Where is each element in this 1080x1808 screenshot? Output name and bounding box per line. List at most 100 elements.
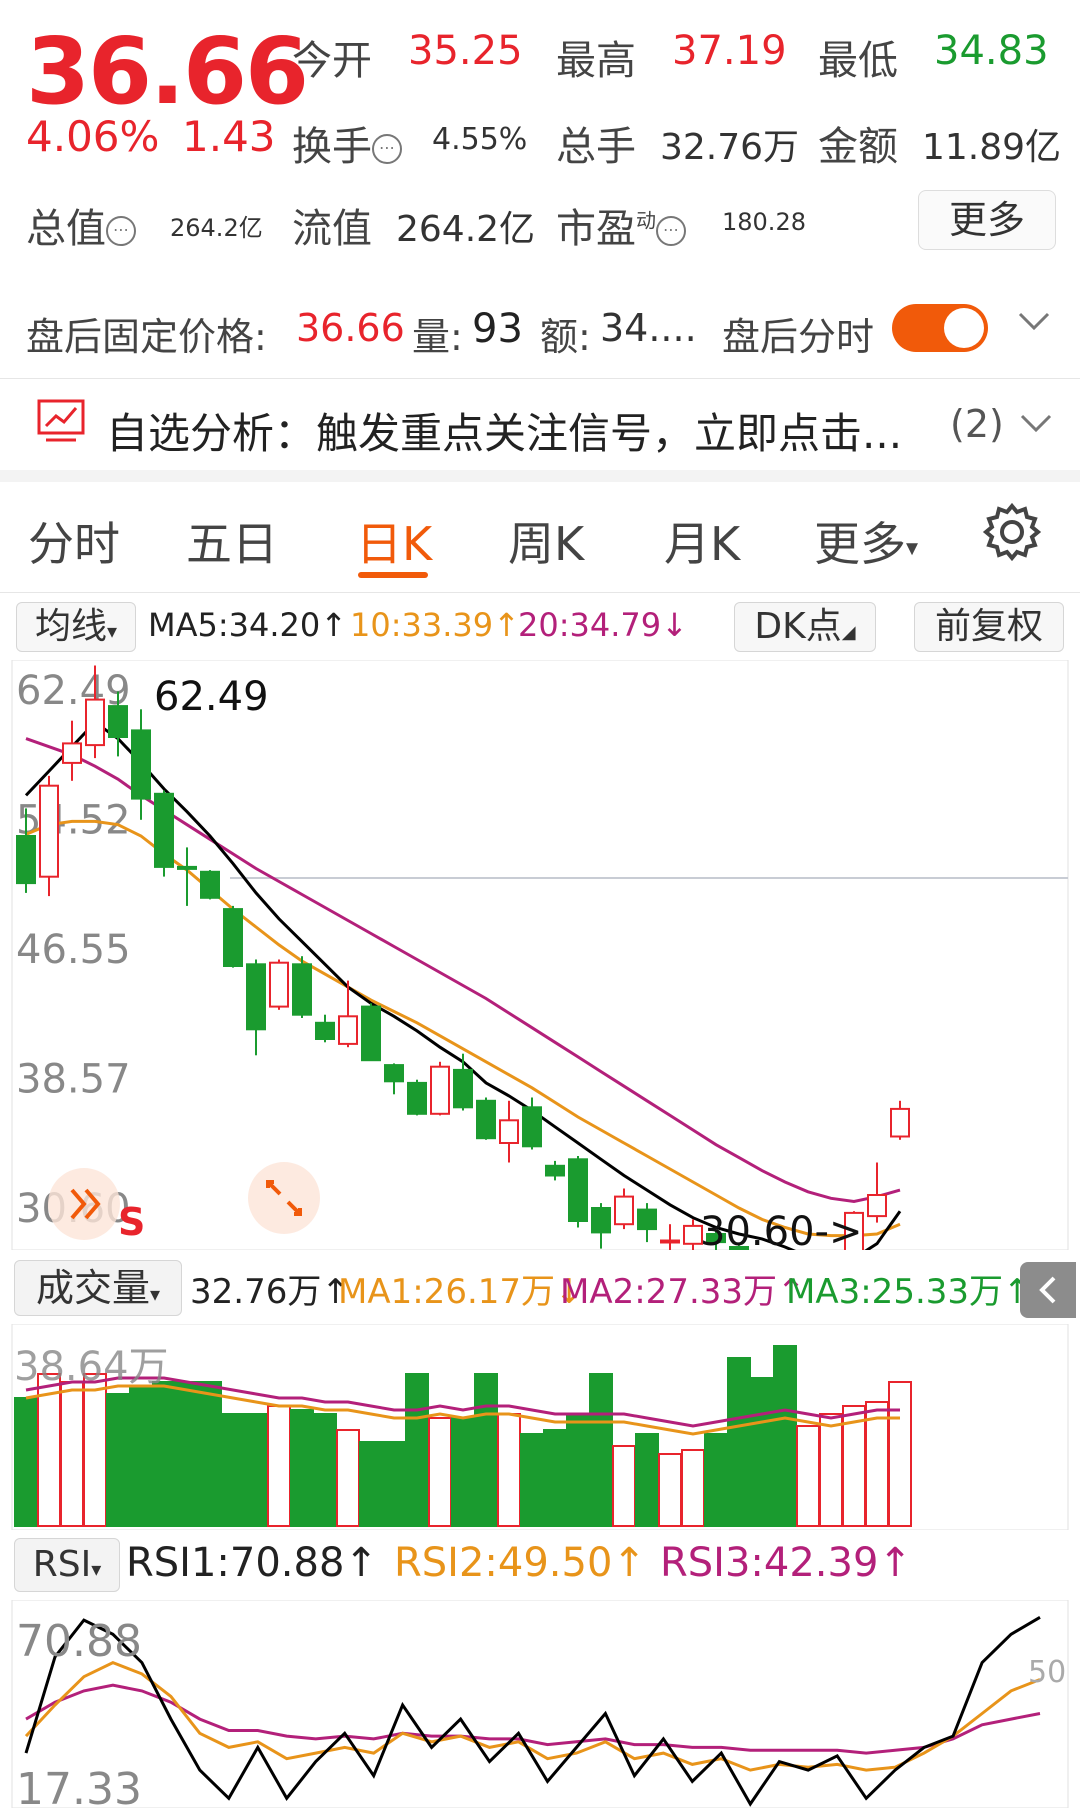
amount-label: 金额 — [818, 124, 898, 170]
volume-bar — [313, 1413, 337, 1527]
corner-arrow-icon: ◢ — [841, 622, 856, 643]
tab-timeshare[interactable]: 分时 — [28, 508, 120, 574]
open-value: 35.25 — [408, 28, 523, 74]
tab-more[interactable]: 更多▾ — [814, 508, 918, 574]
candle — [890, 1100, 910, 1140]
volume-value: 32.76万 — [660, 127, 800, 168]
pe-type: 动 — [636, 208, 656, 233]
candle — [269, 959, 289, 1010]
candle — [223, 905, 243, 968]
turnover-label[interactable]: 换手 ⋯ — [292, 114, 402, 172]
tab-weekly-k[interactable]: 周K — [508, 508, 584, 574]
open-label: 今开 — [292, 38, 372, 84]
tab-monthly-k[interactable]: 月K — [664, 508, 740, 574]
volume-current: 32.76万↑ — [190, 1272, 350, 1312]
volume-chart[interactable]: 38.64万 — [0, 1324, 1080, 1530]
ma20-value: 20:34.79↓ — [518, 606, 688, 644]
volume-bar — [405, 1373, 429, 1527]
chevron-down-icon[interactable] — [1016, 306, 1052, 340]
rsi1-line — [24, 1616, 1041, 1807]
volume-bar — [336, 1429, 360, 1527]
after-hours-vol-label: 量: — [412, 315, 463, 359]
dk-point-selector[interactable]: DK点◢ — [734, 602, 876, 652]
candle — [384, 1063, 404, 1095]
rsi-indicator-selector[interactable]: RSI▾ — [14, 1538, 120, 1592]
after-hours-amt-label: 额: — [540, 315, 591, 359]
volume-bar — [267, 1405, 291, 1527]
collapse-panel-button[interactable] — [1020, 1262, 1076, 1318]
low-value: 34.83 — [934, 28, 1049, 74]
candle — [545, 1160, 565, 1181]
info-icon: ⋯ — [372, 134, 402, 164]
volume-bar — [704, 1433, 728, 1527]
rsi-axis-bottom: 17.33 — [16, 1764, 142, 1808]
candle — [131, 709, 151, 820]
pe-label[interactable]: 市盈动 ⋯ — [556, 196, 686, 254]
candle — [292, 956, 312, 1018]
after-hours-toggle[interactable] — [892, 304, 988, 352]
rsi-axis-top: 70.88 — [16, 1616, 142, 1667]
price-adjust-button[interactable]: 前复权 — [914, 602, 1064, 652]
info-icon: ⋯ — [656, 216, 686, 246]
fullscreen-icon[interactable] — [248, 1162, 320, 1234]
candle — [200, 870, 220, 900]
more-quote-button[interactable]: 更多 — [918, 190, 1056, 250]
ma5-value: MA5:34.20↑ — [148, 606, 348, 644]
float-label: 流值 — [292, 206, 372, 252]
watchlist-analysis-link[interactable]: 自选分析：触发重点关注信号，立即点击... — [106, 400, 926, 461]
max-price-marker: 62.49 — [154, 674, 269, 720]
high-value: 37.19 — [672, 28, 787, 74]
rsi2-value: RSI2:49.50↑ — [394, 1540, 646, 1586]
volume-bar — [750, 1377, 774, 1527]
candle — [453, 1053, 473, 1111]
candle — [430, 1061, 450, 1116]
candle — [361, 1003, 381, 1062]
low-label: 最低 — [818, 38, 898, 84]
watchlist-count: (2) — [950, 402, 1004, 446]
volume-bar — [244, 1413, 268, 1527]
dropdown-arrow-icon: ▾ — [906, 533, 919, 562]
after-hours-price: 36.66 — [296, 306, 405, 350]
volume-bar — [106, 1393, 130, 1527]
candle — [614, 1188, 634, 1230]
volume-bar — [451, 1417, 475, 1527]
price-axis-label: 38.57 — [16, 1057, 131, 1103]
change-percent: 4.06% — [26, 112, 160, 161]
candle — [62, 720, 82, 781]
dropdown-arrow-icon: ▾ — [91, 1557, 102, 1581]
volume-bar — [543, 1429, 567, 1527]
volume-bar — [198, 1381, 222, 1527]
volume-indicator-selector[interactable]: 成交量▾ — [14, 1260, 182, 1316]
volume-bar — [658, 1453, 682, 1527]
volume-bar — [635, 1433, 659, 1527]
chevron-down-icon[interactable] — [1018, 408, 1054, 442]
settings-gear-icon[interactable] — [980, 500, 1044, 568]
min-price-marker: 30.60-> — [700, 1209, 862, 1250]
mktcap-value: 264.2亿 — [170, 214, 263, 242]
analysis-chart-icon — [36, 398, 86, 448]
rsi-chart[interactable]: 70.88 17.33 50 — [0, 1600, 1080, 1808]
ma-selector[interactable]: 均线▾ — [16, 602, 136, 652]
rsi3-line — [25, 1683, 1041, 1755]
tab-daily-k[interactable]: 日K — [356, 508, 432, 574]
volume-bar — [727, 1357, 751, 1527]
volume-ma2: MA2:27.33万↑ — [560, 1272, 806, 1312]
candle — [660, 1224, 680, 1250]
candle — [476, 1097, 496, 1140]
price-axis-label: 46.55 — [16, 927, 131, 973]
dropdown-arrow-icon: ▾ — [106, 619, 118, 643]
volume-bar — [428, 1417, 452, 1527]
info-icon: ⋯ — [106, 216, 136, 246]
mktcap-label[interactable]: 总值 ⋯ — [26, 196, 136, 254]
rsi2-line — [24, 1660, 1041, 1772]
last-price: 36.66 — [26, 18, 309, 125]
turnover-value: 4.55% — [432, 122, 528, 157]
rsi1-value: RSI1:70.88↑ — [126, 1540, 378, 1586]
volume-bar — [60, 1381, 84, 1527]
tab-five-day[interactable]: 五日 — [186, 508, 278, 574]
volume-label: 总手 — [556, 124, 636, 170]
expand-left-icon[interactable] — [48, 1168, 120, 1240]
candlestick-chart[interactable]: 62.4954.5246.5538.5730.60 62.49 30.60-> … — [0, 660, 1080, 1250]
rsi-level-label: 50 — [1028, 1655, 1066, 1690]
toggle-knob — [944, 308, 984, 348]
